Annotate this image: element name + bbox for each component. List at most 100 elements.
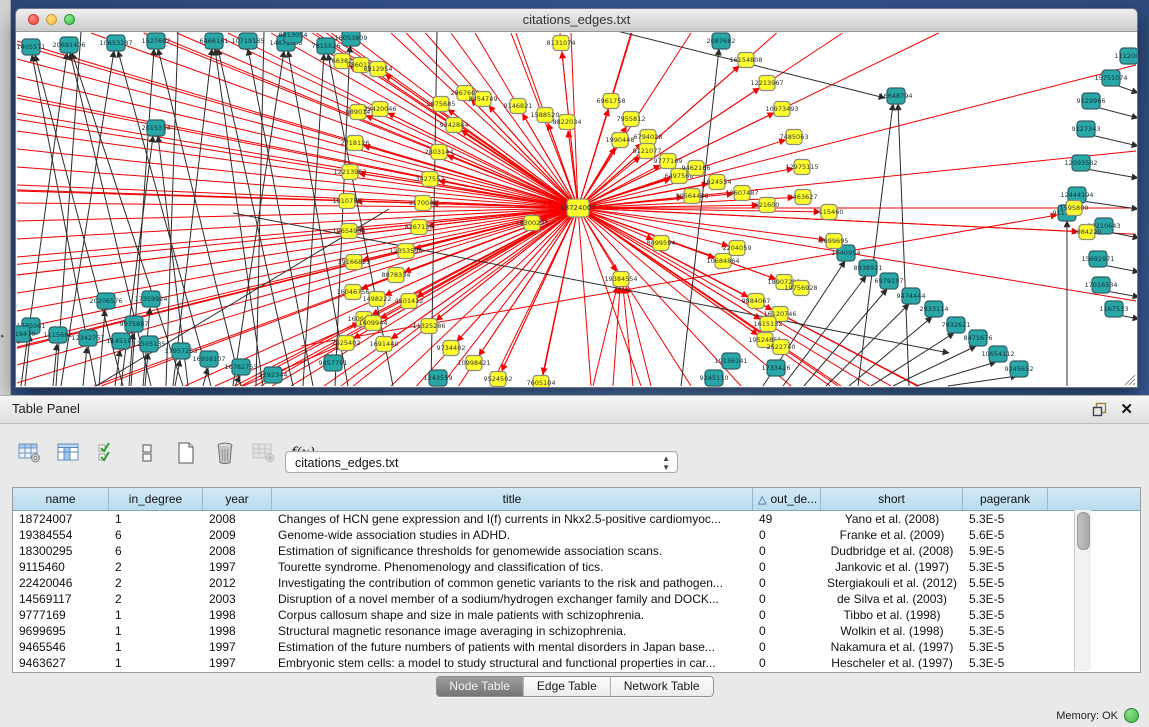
graph-edge: [303, 54, 324, 386]
column-header-name[interactable]: name: [13, 488, 109, 510]
table-cell: 1: [109, 607, 203, 623]
column-header-title[interactable]: title: [272, 488, 753, 510]
graph-node-label: 9975887: [120, 320, 149, 328]
table-cell: 5.6E-5: [963, 527, 1048, 543]
graph-node-label: 10973493: [765, 105, 798, 113]
column-header-out_de[interactable]: △out_de...: [753, 488, 821, 510]
table-row[interactable]: 2242004622012Investigating the contribut…: [13, 575, 1140, 591]
tab-node-table[interactable]: Node Table: [436, 677, 524, 696]
table-cell: 6: [109, 527, 203, 543]
table-cell: 9465546: [13, 639, 109, 655]
table-row[interactable]: 946554611997Estimation of the future num…: [13, 639, 1140, 655]
graph-node-label: 7815526: [312, 42, 341, 50]
graph-node-label: 18724007: [560, 204, 596, 212]
graph-node-label: 9121077: [633, 147, 662, 155]
memory-status-icon: [1124, 708, 1139, 723]
graph-node-label: 2933114: [920, 305, 949, 313]
table-row[interactable]: 1456911722003Disruption of a novel membe…: [13, 591, 1140, 607]
graph-edge: [25, 335, 30, 386]
cytoscape-app: ▸ citations_edges.txt 140557120691406106…: [0, 0, 1149, 727]
graph-node-label: 1243559: [424, 374, 453, 382]
new-attribute-icon[interactable]: [172, 438, 200, 468]
graph-node-label: 9463627: [789, 193, 818, 201]
table-cell: 0: [753, 559, 821, 575]
graph-node-label: 1292344: [259, 371, 288, 379]
column-header-in_degree[interactable]: in_degree: [109, 488, 203, 510]
minimize-traffic-light-icon[interactable]: [46, 14, 57, 25]
table-row[interactable]: 969969511998Structural magnetic resonanc…: [13, 623, 1140, 639]
table-row[interactable]: 977716911998Corpus callosum shape and si…: [13, 607, 1140, 623]
select-all-icon[interactable]: [94, 438, 122, 468]
close-icon[interactable]: ✕: [1120, 400, 1133, 418]
table-cell: 2009: [203, 527, 272, 543]
table-row[interactable]: 911546021997Tourette syndrome. Phenomeno…: [13, 559, 1140, 575]
graph-node-label: 8131074: [547, 39, 576, 47]
graph-node-label: 10607487: [725, 189, 758, 197]
show-columns-icon[interactable]: [55, 438, 83, 468]
zoom-traffic-light-icon[interactable]: [64, 14, 75, 25]
table-cell: 9463627: [13, 655, 109, 671]
graph-node-label: 19136141: [714, 357, 747, 365]
table-cell: 19384554: [13, 527, 109, 543]
graph-node-label: 12213967: [750, 79, 783, 87]
graph-node-label: 9474444: [897, 292, 926, 300]
table-cell: 0: [753, 623, 821, 639]
left-panel-rail[interactable]: ▸: [0, 0, 11, 395]
table-cell: Yano et al. (2008): [821, 511, 963, 527]
graph-node-label: 1615132: [754, 320, 783, 328]
table-scrollbar[interactable]: [1074, 510, 1091, 671]
graph-node-label: 1990448: [606, 136, 635, 144]
citation-network-graph[interactable]: 1405571206914061065328715276026466161107…: [16, 32, 1137, 387]
graph-node-label: 8099594: [647, 239, 676, 247]
graph-node-label: 7932621: [942, 321, 971, 329]
table-cell: 1997: [203, 655, 272, 671]
window-titlebar[interactable]: citations_edges.txt: [16, 9, 1137, 32]
graph-node-label: 9245652: [1005, 365, 1034, 373]
graph-node-label: 9242844: [440, 121, 469, 129]
graph-node-label: 16154808: [729, 56, 762, 64]
delete-table-icon[interactable]: [250, 438, 278, 468]
table-cell: 1: [109, 639, 203, 655]
table-cell: Wolkin et al. (1998): [821, 623, 963, 639]
graph-node-label: 12093582: [1064, 159, 1097, 167]
graph-node-label: 20564436: [675, 192, 708, 200]
tab-edge-table[interactable]: Edge Table: [524, 677, 611, 696]
table-row[interactable]: 1938455462009Genome-wide association stu…: [13, 527, 1140, 543]
table-cell: Stergiakouli et al. (2012): [821, 575, 963, 591]
graph-node-label: 621600: [755, 201, 780, 209]
table-cell: Tourette syndrome. Phenomenology and cla…: [272, 559, 753, 575]
table-settings-icon[interactable]: [16, 438, 44, 468]
graph-edge: [916, 362, 996, 386]
table-cell: 5.3E-5: [963, 623, 1048, 639]
table-cell: 6: [109, 543, 203, 559]
graph-node-label: 12505135: [132, 340, 165, 348]
close-traffic-light-icon[interactable]: [28, 14, 39, 25]
table-cell: Disruption of a novel member of a sodium…: [272, 591, 753, 607]
attribute-table: namein_degreeyeartitle△out_de...shortpag…: [12, 487, 1141, 673]
graph-node-label: 10998421: [457, 359, 490, 367]
graph-node-label: 3919410: [16, 330, 35, 338]
rows-icon[interactable]: [133, 438, 161, 468]
tab-network-table[interactable]: Network Table: [611, 677, 713, 696]
table-cell: Nakamura et al. (1997): [821, 639, 963, 655]
column-header-pagerank[interactable]: pagerank: [963, 488, 1048, 510]
graph-node-label: 8822034: [553, 118, 582, 126]
network-canvas[interactable]: 1405571206914061065328715276026466161107…: [16, 32, 1137, 387]
table-cell: 2: [109, 559, 203, 575]
graph-node-label: 7605104: [527, 379, 556, 387]
table-row[interactable]: 946362711997Embryonic stem cells: a mode…: [13, 655, 1140, 671]
table-row[interactable]: 1872400712008Changes of HCN gene express…: [13, 511, 1140, 527]
column-header-year[interactable]: year: [203, 488, 272, 510]
graph-node-label: 1112004: [1115, 52, 1137, 60]
delete-attribute-icon[interactable]: [211, 438, 239, 468]
rail-handle-icon: ▸: [1, 332, 5, 340]
window-resize-grip-icon[interactable]: [1122, 372, 1136, 386]
network-table-select[interactable]: citations_edges.txt ▲▼: [285, 451, 678, 473]
column-header-short[interactable]: short: [821, 488, 963, 510]
table-row[interactable]: 1830029562008Estimation of significance …: [13, 543, 1140, 559]
graph-edge: [578, 208, 772, 310]
graph-node-label: 9170042: [409, 199, 438, 207]
float-window-icon[interactable]: [1092, 402, 1107, 417]
graph-node-label: 2718126: [341, 139, 370, 147]
scrollbar-thumb[interactable]: [1077, 512, 1090, 550]
